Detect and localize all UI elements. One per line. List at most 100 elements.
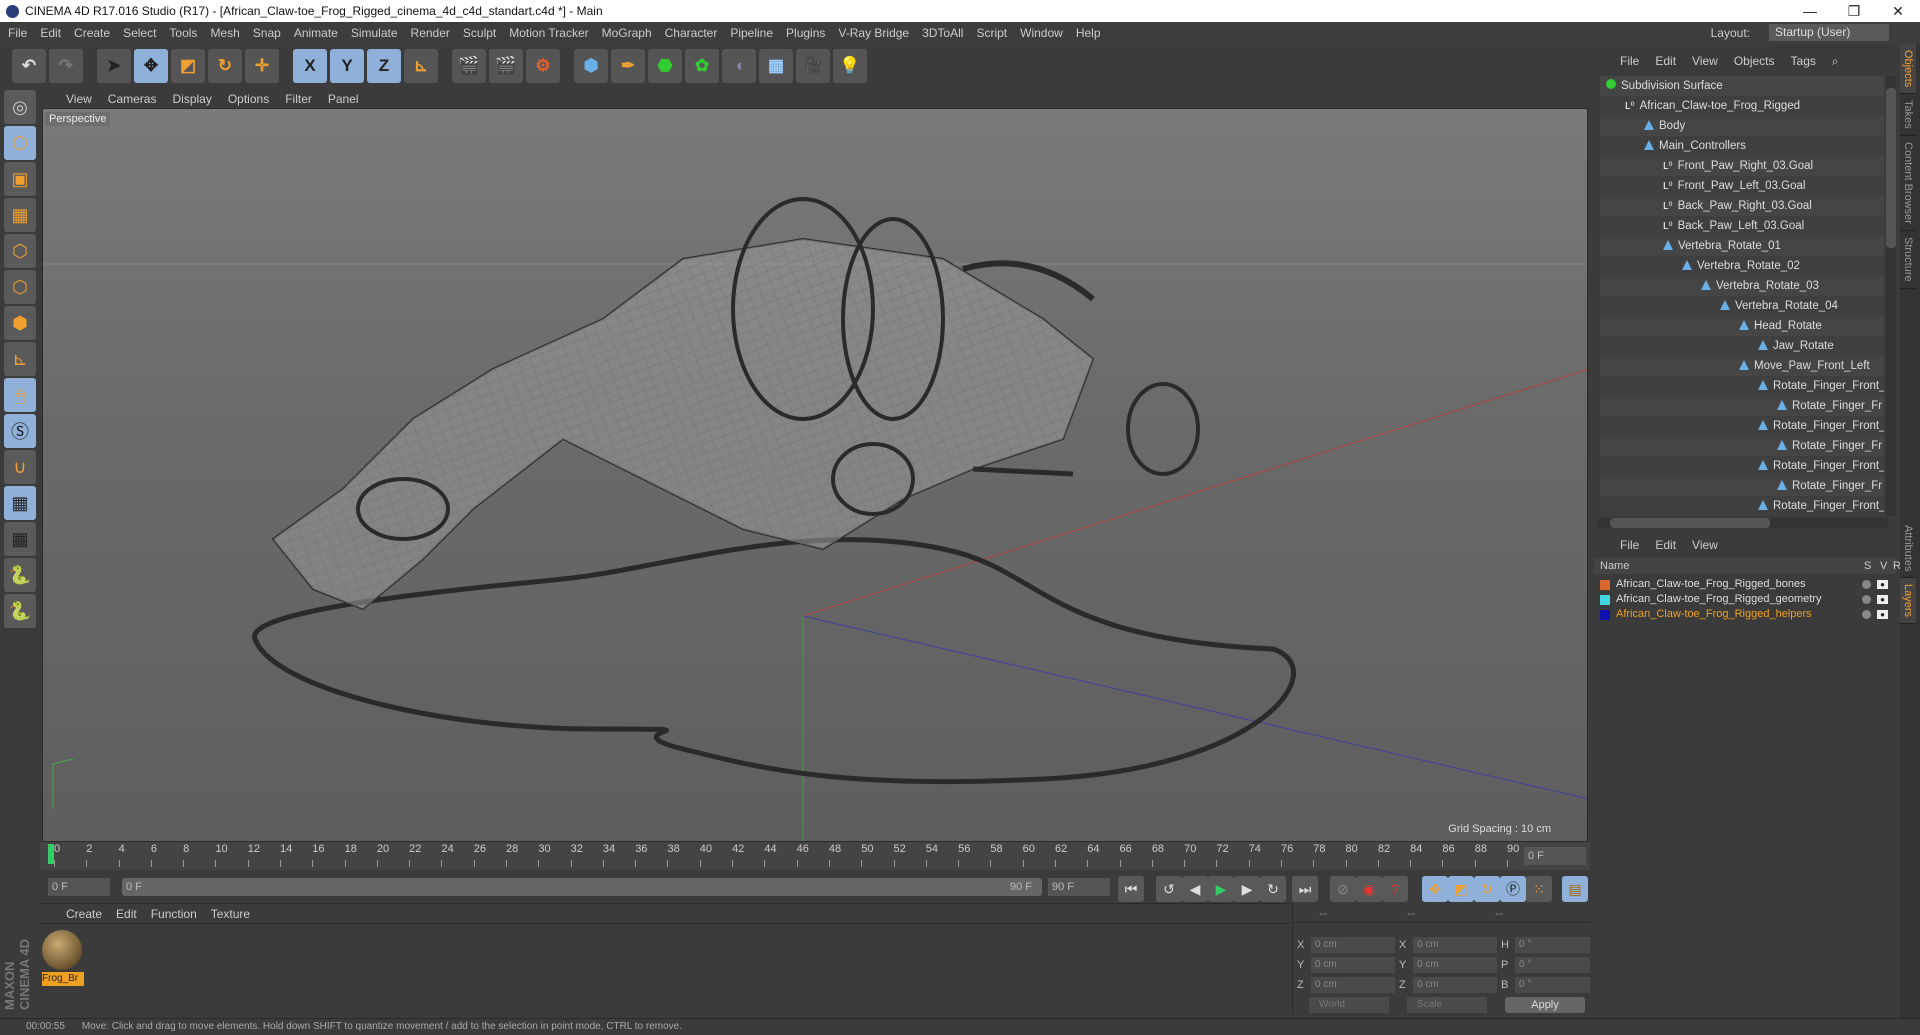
edges-mode-icon[interactable]: ⬡ bbox=[4, 270, 36, 304]
object-tree-item[interactable]: Vertebra_Rotate_04 bbox=[1600, 296, 1884, 316]
coordinate-system-icon[interactable]: ⊾ bbox=[404, 49, 438, 83]
menu-character[interactable]: Character bbox=[665, 26, 718, 40]
subdivision-icon[interactable]: ⬣ bbox=[648, 49, 682, 83]
layer-solo-toggle[interactable] bbox=[1862, 610, 1871, 619]
workplane-lock-icon[interactable]: ▦ bbox=[4, 486, 36, 520]
menu-create[interactable]: Create bbox=[74, 26, 110, 40]
previous-key-icon[interactable]: ↺ bbox=[1156, 876, 1182, 902]
rotate-icon[interactable]: ↻ bbox=[208, 49, 242, 83]
end-frame-field[interactable]: 90 F bbox=[1048, 878, 1110, 896]
object-tree-item[interactable]: Move_Paw_Front_Left bbox=[1600, 356, 1884, 376]
rotation-p-field[interactable]: 0 ° bbox=[1515, 957, 1599, 973]
object-tree-item[interactable]: L⁰ Front_Paw_Right_03.Goal bbox=[1600, 156, 1884, 176]
layer-visible-eye-icon[interactable]: ● bbox=[1877, 610, 1888, 619]
tab-layers[interactable]: Layers bbox=[1900, 578, 1916, 625]
layer-color-swatch[interactable] bbox=[1600, 594, 1610, 605]
objects-menu-view[interactable]: View bbox=[1692, 54, 1718, 68]
object-tree-item[interactable]: Rotate_Finger_Fr bbox=[1600, 396, 1884, 416]
texture-mode-icon[interactable]: ▣ bbox=[4, 162, 36, 196]
workplane-mode-icon[interactable]: ▦ bbox=[4, 198, 36, 232]
rotation-h-field[interactable]: 0 ° bbox=[1515, 937, 1599, 953]
object-tree-item[interactable]: Jaw_Rotate bbox=[1600, 336, 1884, 356]
menu-mograph[interactable]: MoGraph bbox=[602, 26, 652, 40]
rotation-b-field[interactable]: 0 ° bbox=[1515, 977, 1599, 993]
camera-icon[interactable]: 🎥 bbox=[796, 49, 830, 83]
menu-mesh[interactable]: Mesh bbox=[210, 26, 239, 40]
python-script-icon[interactable]: 🐍 bbox=[4, 594, 36, 628]
search-icon[interactable]: ⌕ bbox=[1832, 54, 1839, 69]
apply-button[interactable]: Apply bbox=[1505, 997, 1585, 1013]
floor-icon[interactable]: ▦ bbox=[759, 49, 793, 83]
object-tree-item[interactable]: Rotate_Finger_Fr bbox=[1600, 436, 1884, 456]
playhead[interactable] bbox=[48, 844, 54, 864]
position-y-field[interactable]: 0 cm bbox=[1311, 957, 1395, 973]
layer-row[interactable]: African_Claw-toe_Frog_Rigged_helpers ● bbox=[1600, 607, 1890, 622]
object-tree-item[interactable]: L⁰ Back_Paw_Left_03.Goal bbox=[1600, 216, 1884, 236]
object-tree-item[interactable]: Body bbox=[1600, 116, 1884, 136]
points-mode-icon[interactable]: ⬡ bbox=[4, 234, 36, 268]
tab-attributes[interactable]: Attributes bbox=[1900, 519, 1916, 579]
minimize-button[interactable]: — bbox=[1788, 0, 1832, 22]
object-tree-item[interactable]: L⁰ African_Claw-toe_Frog_Rigged bbox=[1600, 96, 1884, 116]
3d-viewport[interactable]: Perspective Grid Spacing : 10 cm bbox=[42, 108, 1588, 842]
key-scale-icon[interactable]: ◩ bbox=[1448, 876, 1474, 902]
layer-visible-eye-icon[interactable]: ● bbox=[1877, 595, 1888, 604]
layers-menu-file[interactable]: File bbox=[1620, 538, 1639, 552]
size-x-field[interactable]: 0 cm bbox=[1413, 937, 1497, 953]
tab-structure[interactable]: Structure bbox=[1900, 231, 1916, 289]
y-axis-toggle[interactable]: Y bbox=[330, 49, 364, 83]
autokey-icon[interactable]: ◉ bbox=[1356, 876, 1382, 902]
viewport-menu-display[interactable]: Display bbox=[172, 92, 211, 106]
object-tree-item[interactable]: L⁰ Back_Paw_Right_03.Goal bbox=[1600, 196, 1884, 216]
material-menu-function[interactable]: Function bbox=[151, 907, 197, 921]
layers-menu-view[interactable]: View bbox=[1692, 538, 1718, 552]
deformer-icon[interactable]: ◖ bbox=[722, 49, 756, 83]
scale-icon[interactable]: ◩ bbox=[171, 49, 205, 83]
menu-tools[interactable]: Tools bbox=[169, 26, 197, 40]
viewport-menu-cameras[interactable]: Cameras bbox=[108, 92, 157, 106]
timeline-ruler[interactable]: 0 2 4 6 8 10 12 14 16 18 20 22 24 26 28 30 32 34 36 38 40 42 4… bbox=[40, 842, 1590, 870]
redo-icon[interactable]: ↷ bbox=[49, 49, 83, 83]
record-disabled-icon[interactable]: ⊘ bbox=[1330, 876, 1356, 902]
snap-magnet-icon[interactable]: ∪ bbox=[4, 450, 36, 484]
layer-solo-toggle[interactable] bbox=[1862, 595, 1871, 604]
x-axis-toggle[interactable]: X bbox=[293, 49, 327, 83]
object-tree-scrollbar[interactable] bbox=[1886, 76, 1896, 516]
objects-menu-objects[interactable]: Objects bbox=[1734, 54, 1775, 68]
frame-range-slider[interactable]: 0 F 90 F bbox=[122, 878, 1042, 896]
layer-row[interactable]: African_Claw-toe_Frog_Rigged_geometry ● bbox=[1600, 592, 1890, 607]
material-menu-edit[interactable]: Edit bbox=[116, 907, 137, 921]
menu-pipeline[interactable]: Pipeline bbox=[730, 26, 773, 40]
play-icon[interactable]: ▶ bbox=[1208, 876, 1234, 902]
start-frame-field[interactable]: 0 F bbox=[48, 878, 110, 896]
menu-simulate[interactable]: Simulate bbox=[351, 26, 398, 40]
object-tree-item[interactable]: Rotate_Finger_Front_ bbox=[1600, 416, 1884, 436]
goto-end-icon[interactable]: ⏭ bbox=[1292, 876, 1318, 902]
menu-render[interactable]: Render bbox=[411, 26, 450, 40]
next-frame-icon[interactable]: ▶ bbox=[1234, 876, 1260, 902]
viewport-menu-panel[interactable]: Panel bbox=[328, 92, 359, 106]
object-tree-item[interactable]: Rotate_Finger_Front_ bbox=[1600, 456, 1884, 476]
goto-start-icon[interactable]: ⏮ bbox=[1118, 876, 1144, 902]
pen-spline-icon[interactable]: ✒ bbox=[611, 49, 645, 83]
viewport-menu-filter[interactable]: Filter bbox=[285, 92, 312, 106]
keyframe-selection-icon[interactable]: ? bbox=[1382, 876, 1408, 902]
close-button[interactable]: ✕ bbox=[1876, 0, 1920, 22]
coordinate-space-dropdown[interactable]: World bbox=[1309, 997, 1389, 1013]
polygons-mode-icon[interactable]: ⬢ bbox=[4, 306, 36, 340]
transform-icon[interactable]: ✛ bbox=[245, 49, 279, 83]
object-tree-item[interactable]: Head_Rotate bbox=[1600, 316, 1884, 336]
menu-vray-bridge[interactable]: V-Ray Bridge bbox=[838, 26, 909, 40]
position-z-field[interactable]: 0 cm bbox=[1311, 977, 1395, 993]
position-x-field[interactable]: 0 cm bbox=[1311, 937, 1395, 953]
layer-row[interactable]: African_Claw-toe_Frog_Rigged_bones ● bbox=[1600, 577, 1890, 592]
object-tree-item[interactable]: Rotate_Finger_Front_ bbox=[1600, 376, 1884, 396]
move-icon[interactable]: ✥ bbox=[134, 49, 168, 83]
current-frame-field[interactable]: 0 F bbox=[1524, 847, 1586, 865]
timeline-window-icon[interactable]: ▤ bbox=[1562, 876, 1588, 902]
object-tree-hscrollbar[interactable] bbox=[1598, 518, 1888, 528]
render-settings-icon[interactable]: ⚙ bbox=[526, 49, 560, 83]
menu-script[interactable]: Script bbox=[976, 26, 1007, 40]
z-axis-toggle[interactable]: Z bbox=[367, 49, 401, 83]
layer-solo-toggle[interactable] bbox=[1862, 580, 1871, 589]
